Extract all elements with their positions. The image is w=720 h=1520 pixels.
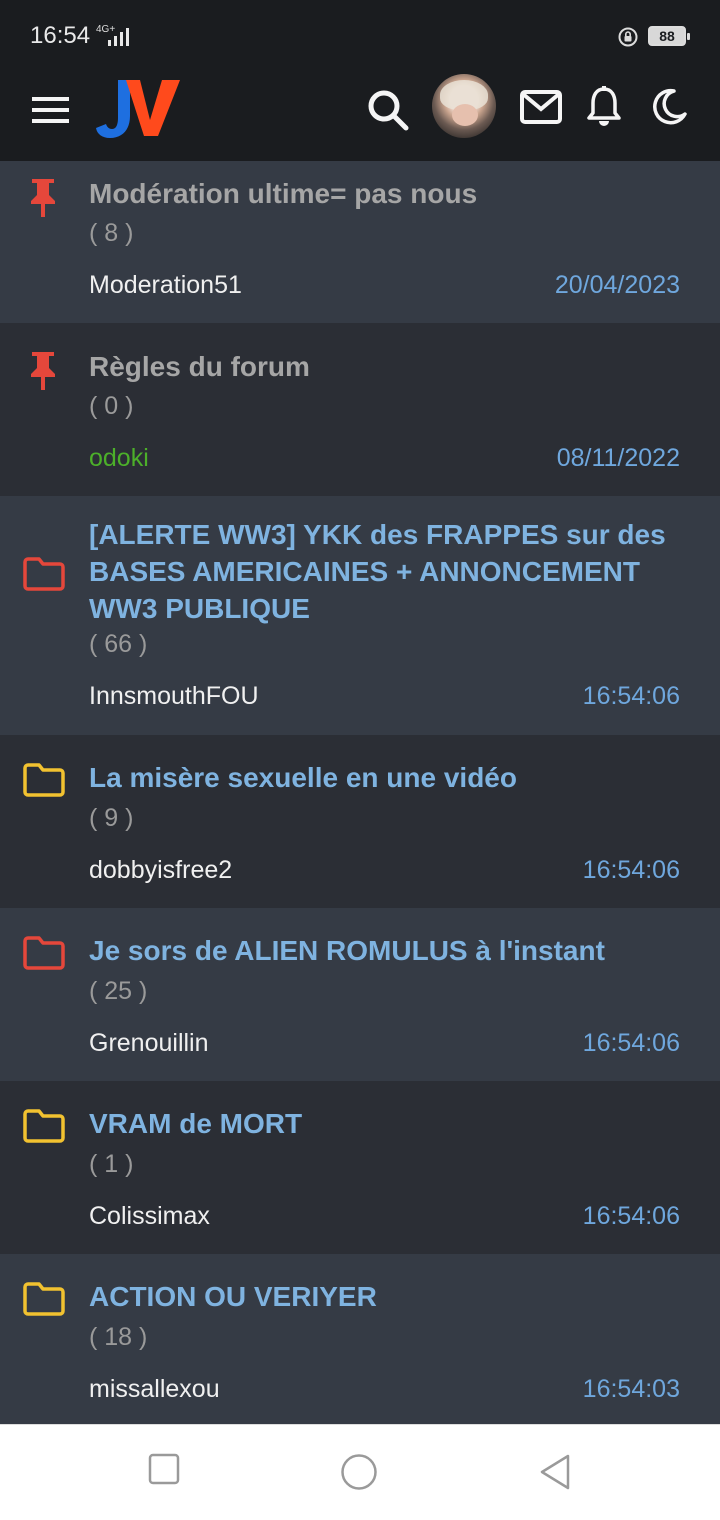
topic-count: ( 8 ) <box>89 219 134 247</box>
pin-icon <box>31 352 55 390</box>
topic-date: 20/04/2023 <box>554 271 680 299</box>
topic-date: 08/11/2022 <box>556 444 680 472</box>
topic-row[interactable]: Modération ultime= pas nous ( 8 ) Modera… <box>0 161 720 323</box>
folder-red-icon <box>23 936 65 970</box>
topic-title[interactable]: Modération ultime= pas nous <box>89 175 680 212</box>
folder-yellow-icon <box>23 763 65 797</box>
topic-title[interactable]: [ALERTE WW3] YKK des FRAPPES sur des BAS… <box>89 516 680 627</box>
avatar[interactable] <box>432 74 496 138</box>
home-icon[interactable] <box>340 1453 378 1491</box>
topic-author[interactable]: Colissimax <box>89 1202 210 1231</box>
topic-title[interactable]: VRAM de MORT <box>89 1105 680 1142</box>
topic-date: 16:54:06 <box>582 1202 680 1230</box>
topic-title[interactable]: Règles du forum <box>89 348 680 385</box>
bell-icon[interactable] <box>586 86 622 128</box>
topic-list: Modération ultime= pas nous ( 8 ) Modera… <box>0 161 720 1425</box>
rotation-lock-icon <box>618 27 638 47</box>
topic-author[interactable]: InnsmouthFOU <box>89 682 259 711</box>
topic-count: ( 9 ) <box>89 804 134 832</box>
topic-count: ( 25 ) <box>89 977 148 1005</box>
topic-count: ( 0 ) <box>89 392 134 420</box>
top-app-bar <box>0 70 720 161</box>
jv-logo[interactable] <box>96 76 182 142</box>
topic-title[interactable]: La misère sexuelle en une vidéo <box>89 759 680 796</box>
folder-yellow-icon <box>23 1109 65 1143</box>
battery-indicator: 88 <box>648 26 690 46</box>
recent-apps-icon[interactable] <box>148 1453 180 1485</box>
topic-title[interactable]: ACTION OU VERIYER <box>89 1278 680 1315</box>
back-icon[interactable] <box>538 1453 572 1491</box>
menu-icon[interactable] <box>32 96 70 124</box>
topic-row[interactable]: [ALERTE WW3] YKK des FRAPPES sur des BAS… <box>0 496 720 735</box>
pin-icon <box>31 179 55 217</box>
topic-author[interactable]: dobbyisfree2 <box>89 856 232 885</box>
system-navigation-bar <box>0 1424 720 1520</box>
topic-row[interactable]: Règles du forum ( 0 ) odoki 08/11/2022 <box>0 323 720 496</box>
topic-count: ( 66 ) <box>89 630 148 658</box>
topic-date: 16:54:06 <box>582 1029 680 1057</box>
topic-author[interactable]: missallexou <box>89 1375 220 1404</box>
topic-author[interactable]: Moderation51 <box>89 271 242 300</box>
dark-mode-icon[interactable] <box>650 88 688 126</box>
topic-row[interactable]: VRAM de MORT ( 1 ) Colissimax 16:54:06 <box>0 1081 720 1254</box>
topic-author[interactable]: Grenouillin <box>89 1029 209 1058</box>
topic-date: 16:54:06 <box>582 682 680 710</box>
topic-count: ( 18 ) <box>89 1323 148 1351</box>
folder-red-icon <box>23 557 65 591</box>
signal-icon <box>108 28 129 46</box>
topic-author[interactable]: odoki <box>89 444 149 473</box>
search-icon[interactable] <box>366 88 410 132</box>
topic-row[interactable]: ACTION OU VERIYER ( 18 ) missallexou 16:… <box>0 1254 720 1425</box>
topic-count: ( 1 ) <box>89 1150 134 1178</box>
folder-yellow-icon <box>23 1282 65 1316</box>
mail-icon[interactable] <box>520 90 562 124</box>
topic-title[interactable]: Je sors de ALIEN ROMULUS à l'instant <box>89 932 680 969</box>
topic-row[interactable]: Je sors de ALIEN ROMULUS à l'instant ( 2… <box>0 908 720 1081</box>
topic-row[interactable]: La misère sexuelle en une vidéo ( 9 ) do… <box>0 735 720 908</box>
topic-date: 16:54:03 <box>582 1375 680 1403</box>
topic-date: 16:54:06 <box>582 856 680 884</box>
status-time: 16:54 <box>30 22 91 49</box>
status-bar: 16:54 4G+ 88 <box>0 0 720 70</box>
